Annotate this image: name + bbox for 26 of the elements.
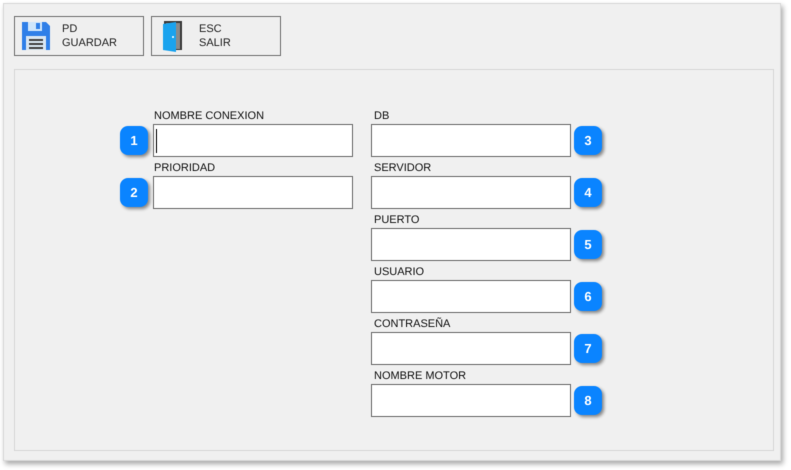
field-label: PUERTO: [374, 213, 420, 228]
number-badge: 1: [120, 126, 148, 155]
number-badge: 2: [120, 178, 148, 207]
number-badge: 8: [574, 386, 602, 415]
field-label: DB: [374, 109, 390, 124]
number-badge: 4: [574, 178, 602, 207]
field-label: NOMBRE CONEXION: [154, 109, 264, 124]
input-field[interactable]: [371, 124, 571, 157]
field-label: PRIORIDAD: [154, 161, 216, 176]
save-button[interactable]: PD GUARDAR: [14, 16, 144, 56]
number-badge: 6: [574, 282, 602, 311]
input-field[interactable]: [153, 124, 353, 157]
number-badge: 3: [574, 126, 602, 155]
input-field[interactable]: [371, 176, 571, 209]
input-field[interactable]: [371, 384, 571, 417]
field-label: NOMBRE MOTOR: [374, 369, 466, 384]
exit-button[interactable]: ESC SALIR: [151, 16, 281, 56]
field-label: USUARIO: [374, 265, 424, 280]
number-badge: 5: [574, 230, 602, 259]
input-field[interactable]: [153, 176, 353, 209]
field-label: SERVIDOR: [374, 161, 432, 176]
input-field[interactable]: [371, 280, 571, 313]
number-badge: 7: [574, 334, 602, 363]
field-label: CONTRASEÑA: [374, 316, 450, 332]
input-field[interactable]: [371, 332, 571, 365]
input-field[interactable]: [371, 228, 571, 261]
